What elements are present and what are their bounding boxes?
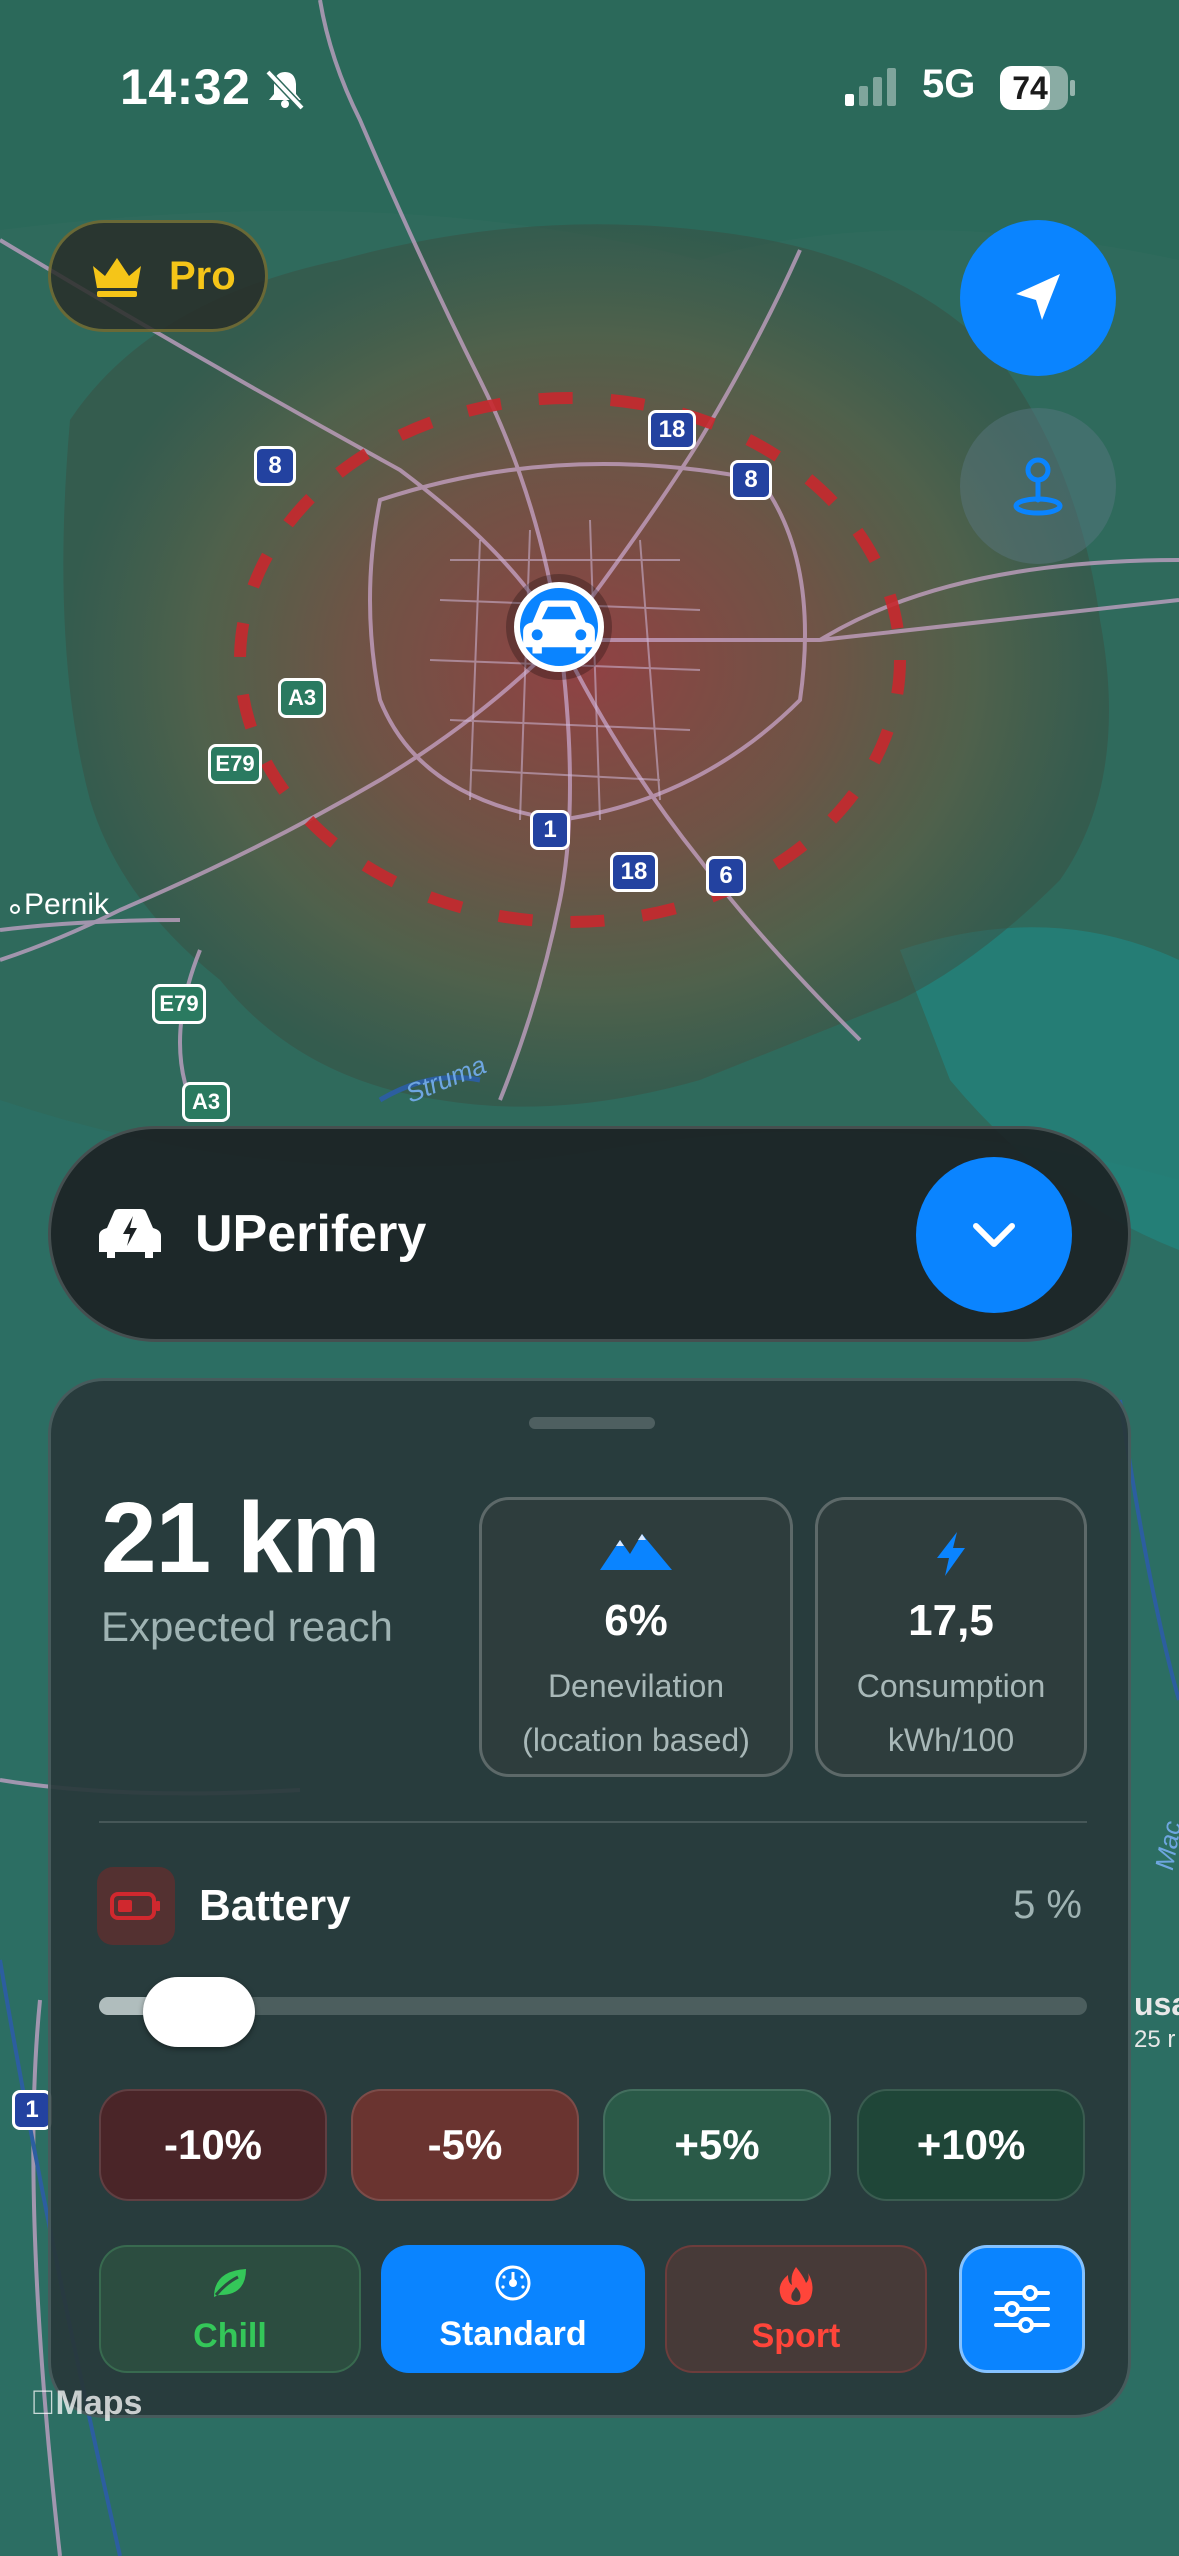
driving-settings-button[interactable] (959, 2245, 1085, 2373)
flame-icon (779, 2267, 813, 2305)
pro-label: Pro (169, 253, 236, 298)
locate-me-button[interactable] (960, 220, 1116, 376)
road-badge: 18 (610, 852, 658, 892)
consumption-stat[interactable]: 17,5 Consumption kWh/100 (815, 1497, 1087, 1777)
elevation-label: Denevilation (547, 1668, 725, 1704)
road-badge: 18 (648, 410, 696, 450)
road-badge: E79 (208, 744, 262, 784)
mode-standard-button[interactable]: Standard (381, 2245, 645, 2373)
mountain-icon (600, 1534, 672, 1570)
chevron-down-icon (973, 1223, 1015, 1247)
location-arrow-icon (1016, 274, 1060, 320)
consumption-unit: kWh/100 (887, 1722, 1015, 1758)
minus-5-button[interactable]: -5% (351, 2089, 579, 2201)
apple-icon:  (30, 2384, 56, 2422)
car-icon (523, 600, 595, 654)
place-label-pernik: Pernik (10, 888, 109, 922)
maps-attribution[interactable]: Maps (30, 2384, 142, 2423)
elevation-sublabel: (location based) (522, 1722, 750, 1758)
plus-10-button[interactable]: +10% (857, 2089, 1085, 2201)
road-badge: 8 (730, 460, 772, 500)
reach-label: Expected reach (101, 1603, 393, 1650)
plus-5-button[interactable]: +5% (603, 2089, 831, 2201)
place-label-edge-sub: 25 r (1134, 2026, 1176, 2053)
consumption-label: Consumption (856, 1668, 1046, 1704)
bolt-icon (937, 1532, 965, 1576)
bell-slash-icon (265, 69, 305, 111)
mode-sport-label: Sport (751, 2317, 841, 2355)
sheet-grabber[interactable] (529, 1417, 655, 1429)
road-badge: A3 (278, 678, 326, 718)
mode-chill-label: Chill (193, 2317, 267, 2355)
car-location-marker[interactable] (514, 582, 604, 672)
crown-icon (93, 258, 141, 297)
divider (99, 1821, 1087, 1823)
battery-low-icon (110, 1892, 160, 1920)
battery-percent: 74 (1012, 70, 1048, 106)
reach-value: 21 km (101, 1482, 381, 1594)
vehicle-selector[interactable]: UPerifery (48, 1126, 1131, 1342)
mode-standard-label: Standard (439, 2315, 587, 2353)
range-card: 21 km Expected reach 6% Denevilation (lo… (48, 1378, 1131, 2418)
expand-vehicle-button[interactable] (916, 1157, 1072, 1313)
signal-icon (845, 68, 896, 106)
mode-chill-button[interactable]: Chill (99, 2245, 361, 2373)
leaf-icon (214, 2269, 246, 2297)
elevation-stat[interactable]: 6% Denevilation (location based) (479, 1497, 793, 1777)
map-pin-icon (1013, 457, 1063, 516)
road-badge: A3 (182, 1082, 230, 1122)
place-label-edge: usa (1134, 1986, 1179, 2022)
road-badge: 6 (706, 856, 746, 896)
road-badge: 1 (530, 810, 570, 850)
status-time: 14:32 (120, 59, 251, 115)
road-badge: 1 (12, 2090, 52, 2130)
sliders-icon (994, 2285, 1050, 2333)
consumption-value: 17,5 (908, 1596, 994, 1645)
elevation-value: 6% (604, 1596, 668, 1645)
network-type: 5G (922, 62, 976, 106)
battery-label: Battery (199, 1881, 351, 1930)
mode-sport-button[interactable]: Sport (665, 2245, 927, 2373)
battery-slider-thumb[interactable] (142, 1977, 255, 2047)
minus-10-button[interactable]: -10% (99, 2089, 327, 2201)
road-badge: E79 (152, 984, 206, 1024)
battery-low-icon-box (97, 1867, 175, 1945)
vehicle-name: UPerifery (195, 1205, 427, 1263)
electric-car-icon (99, 1209, 161, 1258)
battery-value: 5 % (1013, 1883, 1082, 1927)
drop-pin-button[interactable] (960, 408, 1116, 564)
place-dot (10, 904, 20, 914)
road-badge: 8 (254, 446, 296, 486)
gauge-icon (495, 2265, 531, 2301)
pro-badge[interactable]: Pro (48, 220, 268, 332)
